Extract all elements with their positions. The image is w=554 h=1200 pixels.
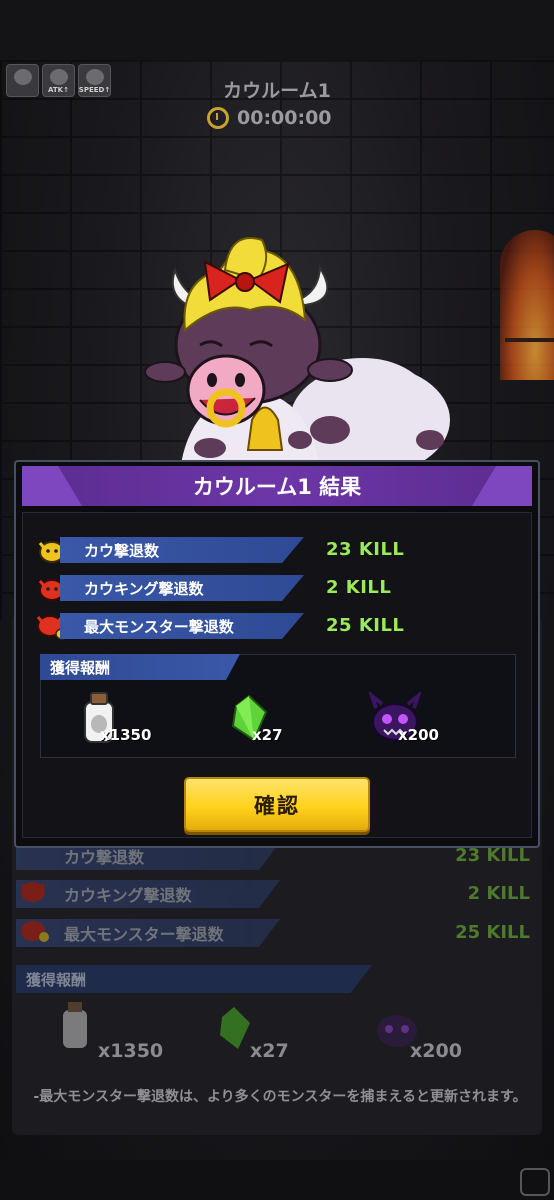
- game-screen: ATK↑ SPEED↑ カウルーム1 00:00:00 カウ撃退数 23 KIL…: [0, 0, 554, 1200]
- max-monster-icon: [21, 921, 49, 942]
- back-reward-amount: x27: [250, 1040, 289, 1062]
- reward-amount: x27: [252, 726, 283, 744]
- stat-row-max-monster: 最大モンスター撃退数 25 KILL: [34, 611, 534, 641]
- stat-label: カウ撃退数: [60, 537, 304, 563]
- back-stat-row: 最大モンスター撃退数: [16, 919, 280, 947]
- back-stat-value: 2 KILL: [467, 883, 530, 904]
- back-reward-amount: x200: [410, 1040, 462, 1062]
- back-stat-value: 23 KILL: [455, 845, 530, 866]
- modal-title: カウルーム1 結果: [192, 475, 362, 499]
- stat-value: 23 KILL: [326, 539, 405, 560]
- cow-king-red-icon: [20, 882, 46, 902]
- modal-header: カウルーム1 結果: [22, 466, 532, 506]
- back-reward-amount: x1350: [98, 1040, 164, 1062]
- stat-label: カウキング撃退数: [60, 575, 304, 601]
- reward-amount: x200: [398, 726, 439, 744]
- stat-value: 2 KILL: [326, 577, 392, 598]
- stat-label: 最大モンスター撃退数: [60, 613, 304, 639]
- stat-value: 25 KILL: [326, 615, 405, 636]
- back-note: -最大モンスター撃退数は、より多くのモンスターを捕まえると更新されます。: [33, 1089, 527, 1105]
- confirm-button-label: 確認: [254, 793, 300, 818]
- site-logo: [520, 1168, 550, 1196]
- reward-amount: x1350: [100, 726, 152, 744]
- back-stat-row: カウキング撃退数: [16, 880, 280, 908]
- milk-bottle-icon: [63, 1002, 87, 1048]
- green-crystal-icon: [220, 1007, 250, 1049]
- stat-row-cow: カウ撃退数 23 KILL: [34, 535, 534, 565]
- stat-row-cow-king: カウキング撃退数 2 KILL: [34, 573, 534, 603]
- back-stat-value: 25 KILL: [455, 922, 530, 943]
- rewards-label: 獲得報酬: [40, 654, 240, 680]
- back-rewards-label: 獲得報酬: [16, 965, 372, 993]
- confirm-button[interactable]: 確認: [184, 777, 370, 832]
- home-indicator-area: [0, 1160, 554, 1200]
- cow-king-character: [144, 237, 450, 470]
